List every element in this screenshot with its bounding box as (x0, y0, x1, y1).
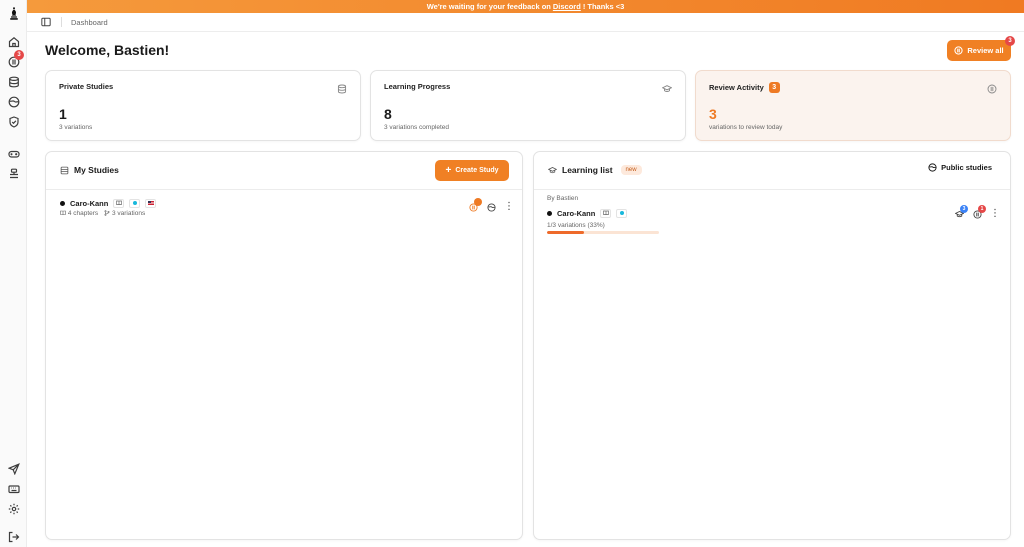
topbar: Dashboard (27, 13, 1024, 32)
stat-title: Review Activity 3 (709, 82, 780, 93)
stat-value: 8 (384, 106, 392, 122)
keyboard-icon[interactable] (7, 482, 20, 495)
public-studies-button[interactable]: Public studies (928, 163, 992, 172)
database-icon (337, 81, 347, 94)
black-side-dot (60, 200, 65, 206)
progress-fill (547, 231, 584, 234)
review-count-badge: 3 (768, 82, 780, 93)
variations-count: 3 variations (104, 210, 145, 217)
banner-text-end: ! Thanks <3 (582, 2, 625, 11)
send-icon[interactable] (7, 462, 20, 475)
globe-explore-icon[interactable] (7, 95, 20, 108)
review-activity-card: Review Activity 3 3 variations to review… (695, 70, 1011, 141)
book-icon (113, 198, 125, 208)
sidebar: 3 (0, 0, 27, 547)
color-tag-icon (129, 198, 141, 208)
review-icon (954, 46, 963, 55)
review-icon (987, 81, 997, 94)
sidebar-toggle-icon[interactable] (40, 16, 52, 28)
progress-bar (547, 231, 659, 234)
stat-subtitle: 3 variations completed (384, 124, 450, 131)
home-icon[interactable] (7, 35, 20, 48)
learning-actions: 3 1 ⋮ (954, 205, 1000, 219)
review-all-badge: 3 (1005, 36, 1015, 46)
more-options-icon[interactable]: ⋮ (504, 202, 514, 212)
bishop-logo-icon[interactable] (7, 5, 20, 21)
breadcrumb[interactable]: Dashboard (71, 18, 108, 27)
gamepad-icon[interactable] (7, 147, 20, 160)
shield-icon[interactable] (7, 115, 20, 128)
stat-title: Private Studies (59, 82, 114, 91)
logout-icon[interactable] (7, 530, 20, 543)
more-options-icon[interactable]: ⋮ (990, 209, 1000, 219)
create-study-label: Create Study (455, 167, 499, 174)
create-study-button[interactable]: + Create Study (435, 160, 509, 181)
study-review-badge (474, 198, 482, 206)
globe-icon[interactable] (486, 202, 496, 212)
private-studies-card: Private Studies 1 3 variations (45, 70, 361, 141)
plus-icon: + (445, 164, 452, 176)
settings-icon[interactable] (7, 502, 20, 515)
us-flag-icon (145, 198, 157, 208)
study-name[interactable]: Caro-Kann (70, 199, 108, 208)
stat-value: 1 (59, 106, 67, 122)
discord-link[interactable]: Discord (553, 2, 581, 11)
branch-icon (104, 210, 110, 217)
banner-text: We're waiting for your feedback on (426, 2, 551, 11)
learn-icon[interactable]: 3 (954, 205, 968, 219)
study-actions: ⋮ (468, 198, 514, 212)
study-item[interactable]: Caro-Kann 4 chapters 3 variations (60, 198, 515, 220)
learning-list-panel: Learning list new Public studies By Bast… (533, 151, 1011, 540)
stat-value: 3 (709, 106, 717, 122)
study-name[interactable]: Caro-Kann (557, 209, 595, 218)
book-icon (60, 210, 66, 217)
learn-badge: 3 (960, 205, 968, 213)
color-tag-icon (616, 208, 628, 218)
chapters-count: 4 chapters (60, 210, 98, 217)
study-author: By Bastien (547, 195, 579, 202)
graduation-cap-icon (548, 166, 557, 173)
review-all-label: Review all (967, 46, 1004, 55)
graduation-cap-icon (661, 81, 673, 92)
review-study-icon[interactable] (468, 198, 482, 212)
new-badge: new (620, 165, 642, 175)
database-icon (60, 166, 69, 174)
page-title: Welcome, Bastien! (45, 42, 170, 58)
stat-subtitle: 3 variations (59, 124, 93, 131)
panel-header: Learning list new Public studies (534, 152, 1010, 190)
my-studies-panel: My Studies + Create Study Caro-Kann 4 ch… (45, 151, 523, 540)
stat-subtitle: variations to review today (709, 124, 783, 131)
panel-title: Learning list new (548, 165, 642, 175)
progress-text: 1/3 variations (33%) (547, 222, 605, 229)
black-side-dot (547, 210, 552, 216)
panel-header: My Studies + Create Study (46, 152, 522, 190)
review-badge: 1 (978, 205, 986, 213)
globe-icon (928, 163, 937, 172)
stack-icon[interactable] (7, 167, 20, 180)
learning-progress-card: Learning Progress 8 3 variations complet… (370, 70, 686, 141)
learning-item[interactable]: Caro-Kann 1/3 variations (33%) (547, 208, 659, 234)
book-icon (600, 208, 612, 218)
panel-title: My Studies (60, 165, 119, 175)
review-icon[interactable]: 1 (972, 205, 986, 219)
feedback-banner: We're waiting for your feedback on Disco… (27, 0, 1024, 13)
database-icon[interactable] (7, 75, 20, 88)
review-all-button[interactable]: Review all (947, 40, 1011, 61)
notification-badge: 3 (14, 50, 24, 60)
topbar-divider (61, 17, 62, 27)
stat-title: Learning Progress (384, 82, 451, 91)
